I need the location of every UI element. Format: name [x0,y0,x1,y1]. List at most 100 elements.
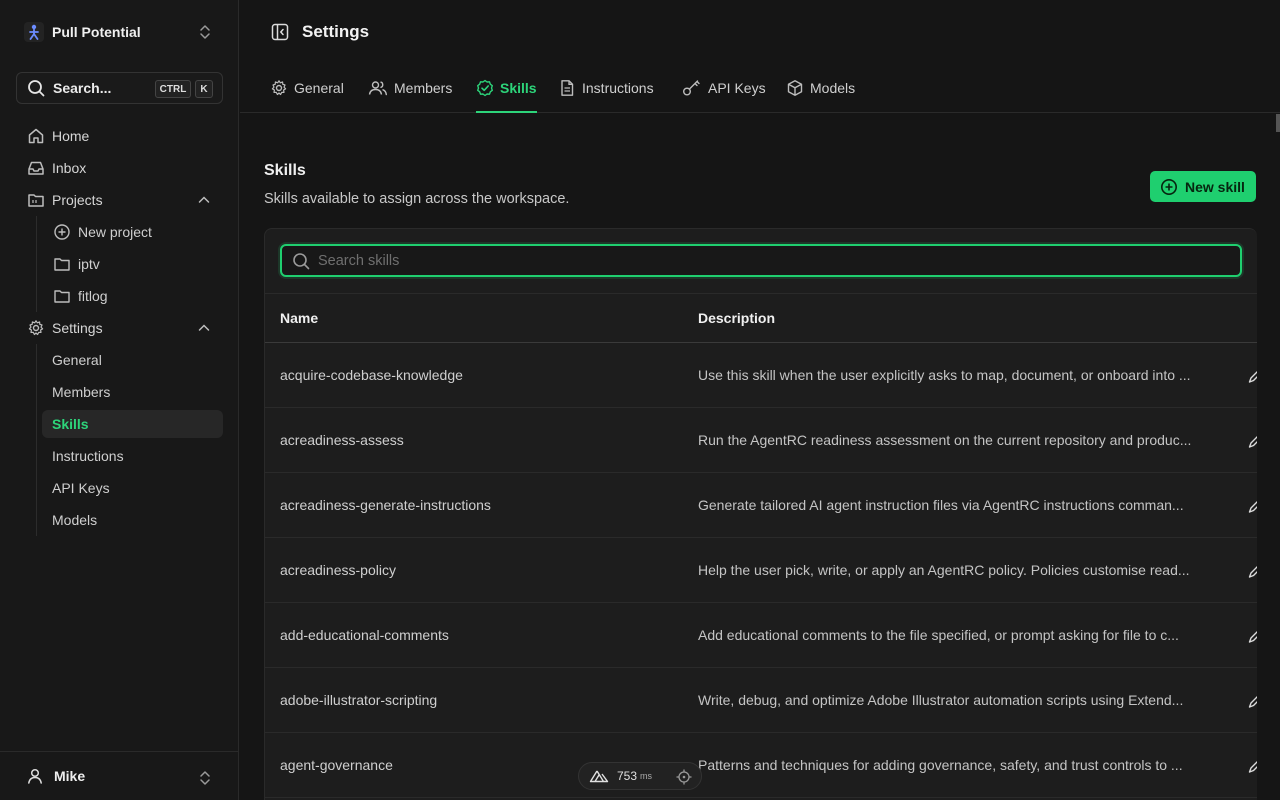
table-row[interactable]: acquire-codebase-knowledge Use this skil… [265,343,1257,408]
section-subtitle: Skills available to assign across the wo… [264,191,570,207]
devtools-perf-badge[interactable]: 753 ms [578,762,702,790]
skill-description: Add educational comments to the file spe… [698,627,1179,643]
table-row[interactable]: add-educational-comments Add educational… [265,603,1257,668]
new-skill-label: New skill [1185,178,1245,195]
folder-icon [52,287,72,305]
tree-line [36,344,37,536]
sidebar-item-general[interactable]: General [42,346,223,374]
users-icon [368,79,388,97]
tab-api-keys[interactable]: API Keys [682,63,766,113]
global-search-button[interactable]: Search... CTRL K [16,72,223,104]
edit-pencil-icon[interactable] [1248,693,1257,709]
inbox-icon [26,159,46,177]
sidebar-item-label: New project [78,224,152,240]
gear-icon [26,319,46,337]
shortcut-k-key: K [195,80,213,98]
user-menu[interactable]: Mike [0,751,239,800]
table-row[interactable]: acreadiness-policy Help the user pick, w… [265,538,1257,603]
tab-members[interactable]: Members [368,63,452,113]
tab-general[interactable]: General [270,63,344,113]
sidebar-item-members[interactable]: Members [42,378,223,406]
folder-icon [26,191,46,209]
sidebar-item-label: Models [52,512,98,528]
tab-label: General [294,80,344,96]
sidebar-item-new-project[interactable]: New project [42,218,223,246]
skill-name: add-educational-comments [280,627,449,643]
perf-unit: ms [640,771,653,781]
tab-models[interactable]: Models [786,63,855,113]
skill-search-box[interactable] [280,244,1242,277]
skill-name: acreadiness-generate-instructions [280,497,491,513]
table-row[interactable]: acreadiness-assess Run the AgentRC readi… [265,408,1257,473]
skill-description: Generate tailored AI agent instruction f… [698,497,1184,513]
chevron-up-icon[interactable] [197,193,211,207]
skill-search-input[interactable] [318,252,1218,269]
tab-label: Members [394,80,453,96]
sidebar-item-models[interactable]: Models [42,506,223,534]
tab-label: API Keys [708,80,766,96]
perf-value: 753 [617,769,638,783]
main-content: Settings General Members Skills Instruct… [240,0,1280,800]
sidebar-item-settings[interactable]: Settings [18,314,223,342]
chevron-up-icon[interactable] [197,321,211,335]
skill-name: acquire-codebase-knowledge [280,367,463,383]
edit-pencil-icon[interactable] [1248,628,1257,644]
workspace-switcher[interactable]: Pull Potential [16,14,223,50]
badge-check-icon [476,79,494,97]
sidebar-item-inbox[interactable]: Inbox [18,154,223,182]
sidebar-item-project-fitlog[interactable]: fitlog [42,282,223,310]
target-icon[interactable] [676,769,692,785]
workspace-name: Pull Potential [52,24,141,40]
sidebar-item-api-keys[interactable]: API Keys [42,474,223,502]
scrollbar-thumb[interactable] [1276,114,1280,132]
toggle-sidebar-icon[interactable] [270,22,290,42]
skill-name: acreadiness-assess [280,432,404,448]
sidebar-item-label: Instructions [52,448,124,464]
sidebar-item-label: Inbox [52,160,87,176]
table-row[interactable]: adobe-illustrator-scripting Write, debug… [265,668,1257,733]
page-title: Settings [302,21,370,41]
user-name: Mike [54,768,86,784]
tab-label: Skills [500,80,537,96]
edit-pencil-icon[interactable] [1248,498,1257,514]
sidebar: Pull Potential Search... CTRL K Home Inb… [0,0,239,800]
search-icon [292,252,310,270]
skill-name: acreadiness-policy [280,562,396,578]
table-row[interactable]: agent-governance Patterns and techniques… [265,733,1257,798]
search-icon [27,79,45,97]
sidebar-item-label: iptv [78,256,100,272]
file-text-icon [558,79,576,97]
user-icon [26,767,44,785]
skill-description: Run the AgentRC readiness assessment on … [698,432,1192,448]
tab-instructions[interactable]: Instructions [558,63,654,113]
edit-pencil-icon[interactable] [1248,563,1257,579]
skill-description: Patterns and techniques for adding gover… [698,757,1183,773]
skill-description: Use this skill when the user explicitly … [698,367,1191,383]
sidebar-item-project-iptv[interactable]: iptv [42,250,223,278]
edit-pencil-icon[interactable] [1248,368,1257,384]
sidebar-item-label: General [52,352,102,368]
tab-skills[interactable]: Skills [476,63,537,113]
settings-tabs: General Members Skills Instructions API … [240,63,1280,113]
sidebar-item-instructions[interactable]: Instructions [42,442,223,470]
sidebar-item-home[interactable]: Home [18,122,223,150]
sidebar-item-projects[interactable]: Projects [18,186,223,214]
gear-icon [270,79,288,97]
skill-description: Write, debug, and optimize Adobe Illustr… [698,692,1184,708]
chevron-up-down-icon [199,769,211,787]
sidebar-item-skills[interactable]: Skills [42,410,223,438]
skills-table-card: Name Description acquire-codebase-knowle… [264,228,1257,800]
edit-pencil-icon[interactable] [1248,433,1257,449]
sidebar-item-label: API Keys [52,480,110,496]
tree-line [36,216,37,312]
table-row[interactable]: acreadiness-generate-instructions Genera… [265,473,1257,538]
new-skill-button[interactable]: New skill [1150,171,1256,202]
edit-pencil-icon[interactable] [1248,758,1257,774]
key-icon [682,79,702,97]
skill-description: Help the user pick, write, or apply an A… [698,562,1190,578]
skill-name: agent-governance [280,757,393,773]
nuxt-logo-icon [589,769,609,783]
sidebar-item-label: Skills [52,416,89,432]
workspace-logo-icon [24,22,44,42]
column-header-name: Name [280,310,319,326]
